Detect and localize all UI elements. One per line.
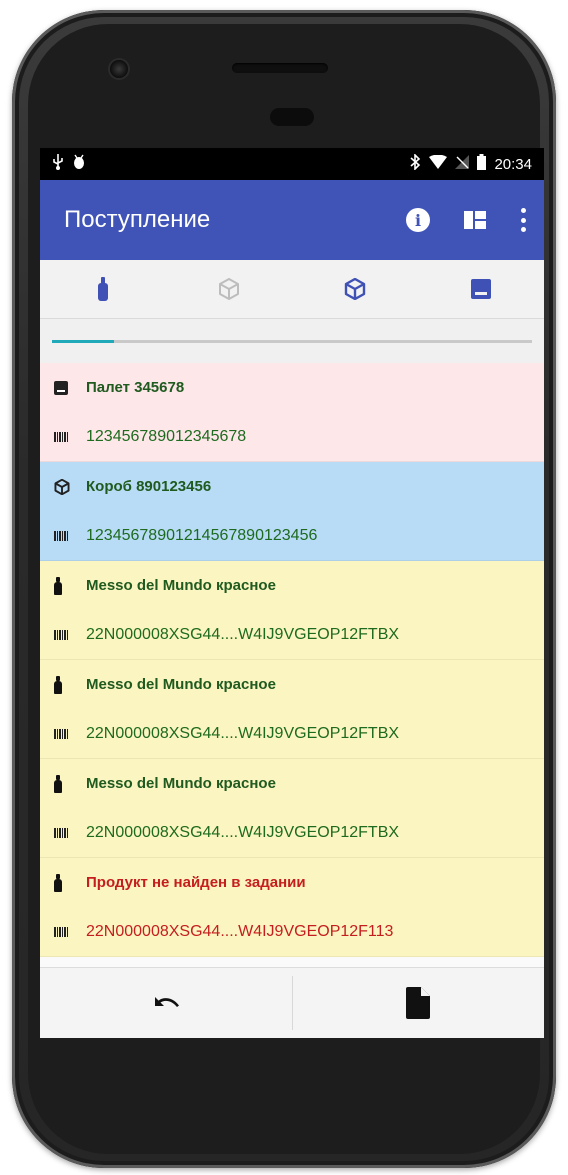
barcode-icon	[54, 530, 68, 541]
document-button[interactable]	[293, 968, 545, 1038]
list-item[interactable]: Messo del Mundo красное 22N000008XSG44..…	[40, 759, 544, 858]
box-outline-icon	[219, 278, 239, 300]
barcode-icon	[54, 728, 68, 739]
more-vert-icon[interactable]	[520, 208, 526, 232]
box-icon	[344, 278, 366, 300]
bottle-icon	[54, 576, 62, 595]
item-title: Продукт не найден в задании	[86, 874, 306, 891]
undo-button[interactable]	[40, 968, 292, 1038]
wifi-icon	[429, 154, 448, 173]
progress-area	[40, 319, 544, 363]
item-code: 22N000008XSG44....W4IJ9VGEOP12FTBX	[86, 625, 400, 643]
list-item[interactable]: Короб 890123456 123456789012145678901234…	[40, 462, 544, 561]
earpiece-speaker	[232, 63, 328, 73]
item-title: Messo del Mundo красное	[86, 577, 276, 594]
list-item[interactable]: Messo del Mundo красное 22N000008XSG44..…	[40, 660, 544, 759]
clock: 20:34	[494, 155, 532, 173]
screen: 20:34 Поступление i Палет 345678 1234567…	[40, 148, 544, 1038]
no-sim-icon	[455, 155, 470, 173]
box-icon	[54, 478, 70, 495]
tab-pallets[interactable]	[418, 260, 544, 318]
list-item-error[interactable]: Продукт не найден в задании 22N000008XSG…	[40, 858, 544, 957]
item-code: 12345678901214567890123456	[86, 526, 318, 544]
undo-icon	[154, 997, 179, 1007]
item-title: Messo del Mundo красное	[86, 775, 276, 792]
bottle-icon	[98, 277, 108, 301]
item-code: 123456789012345678	[86, 427, 247, 445]
view-quilt-icon[interactable]	[464, 211, 486, 229]
item-code: 22N000008XSG44....W4IJ9VGEOP12FTBX	[86, 724, 400, 742]
app-bar: Поступление i	[40, 180, 544, 260]
barcode-icon	[54, 431, 68, 442]
pallet-icon	[471, 279, 491, 299]
battery-icon	[477, 154, 487, 174]
type-tabs	[40, 260, 544, 319]
front-camera	[110, 60, 128, 78]
document-icon	[406, 987, 431, 1019]
progress-fill	[52, 340, 115, 343]
page-title: Поступление	[64, 206, 211, 233]
scan-list: Палет 345678 123456789012345678 Короб 89…	[40, 363, 544, 957]
item-code: 22N000008XSG44....W4IJ9VGEOP12FTBX	[86, 823, 400, 841]
item-title: Палет 345678	[86, 379, 185, 396]
bottom-action-bar	[40, 967, 544, 1038]
item-title: Messo del Mundo красное	[86, 676, 276, 693]
tab-bottles[interactable]	[40, 260, 166, 318]
barcode-icon	[54, 629, 68, 640]
barcode-icon	[54, 926, 68, 937]
tab-boxes-open[interactable]	[166, 260, 292, 318]
bottle-icon	[54, 873, 62, 892]
tab-boxes[interactable]	[292, 260, 418, 318]
status-bar: 20:34	[40, 148, 544, 180]
bottle-icon	[54, 774, 62, 793]
usb-icon	[52, 154, 64, 174]
list-item[interactable]: Messo del Mundo красное 22N000008XSG44..…	[40, 561, 544, 660]
item-code: 22N000008XSG44....W4IJ9VGEOP12F113	[86, 922, 394, 940]
proximity-sensor	[270, 108, 314, 126]
bottle-icon	[54, 675, 62, 694]
barcode-icon	[54, 827, 68, 838]
progress-bar	[52, 340, 532, 343]
pallet-icon	[54, 380, 68, 395]
list-item[interactable]: Палет 345678 123456789012345678	[40, 363, 544, 462]
android-debug-icon	[72, 154, 86, 174]
item-title: Короб 890123456	[86, 478, 212, 495]
bluetooth-icon	[409, 153, 421, 174]
info-icon[interactable]: i	[406, 208, 430, 232]
